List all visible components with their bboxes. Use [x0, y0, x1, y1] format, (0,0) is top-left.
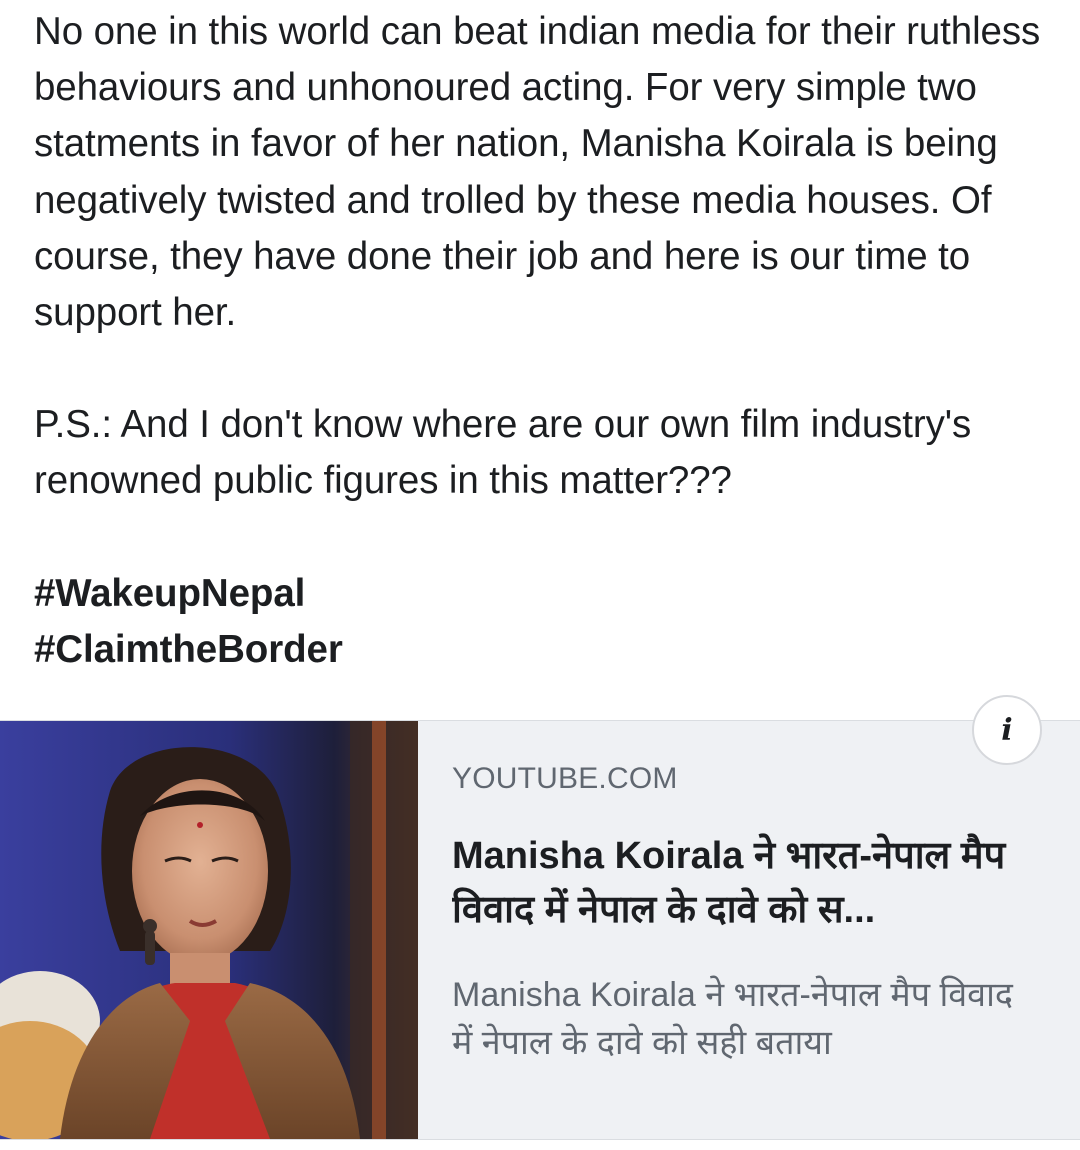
hashtag-wakeupnepal[interactable]: #WakeupNepal — [34, 566, 1064, 622]
info-icon: i — [1001, 712, 1013, 748]
post-text: No one in this world can beat indian med… — [34, 4, 1064, 678]
video-thumbnail[interactable] — [0, 721, 418, 1139]
link-card-text[interactable]: YOUTUBE.COM Manisha Koirala ने भारत-नेपा… — [452, 761, 1042, 1067]
link-description: Manisha Koirala ने भारत-नेपाल मैप विवाद … — [452, 976, 1013, 1062]
post-paragraph-1: No one in this world can beat indian med… — [34, 10, 1041, 335]
info-button[interactable]: i — [972, 695, 1042, 765]
link-preview-card[interactable]: i YOUTUBE.COM Manisha Koirala ने भारत-ने… — [0, 695, 1080, 1140]
link-title[interactable]: Manisha Koirala ने भारत-नेपाल मैप विवाद … — [452, 829, 1042, 937]
post-paragraph-2: P.S.: And I don't know where are our own… — [34, 403, 972, 503]
hashtag-claimtheborder[interactable]: #ClaimtheBorder — [34, 622, 1064, 678]
thumbnail-image — [0, 721, 418, 1139]
link-domain: YOUTUBE.COM — [452, 762, 678, 795]
